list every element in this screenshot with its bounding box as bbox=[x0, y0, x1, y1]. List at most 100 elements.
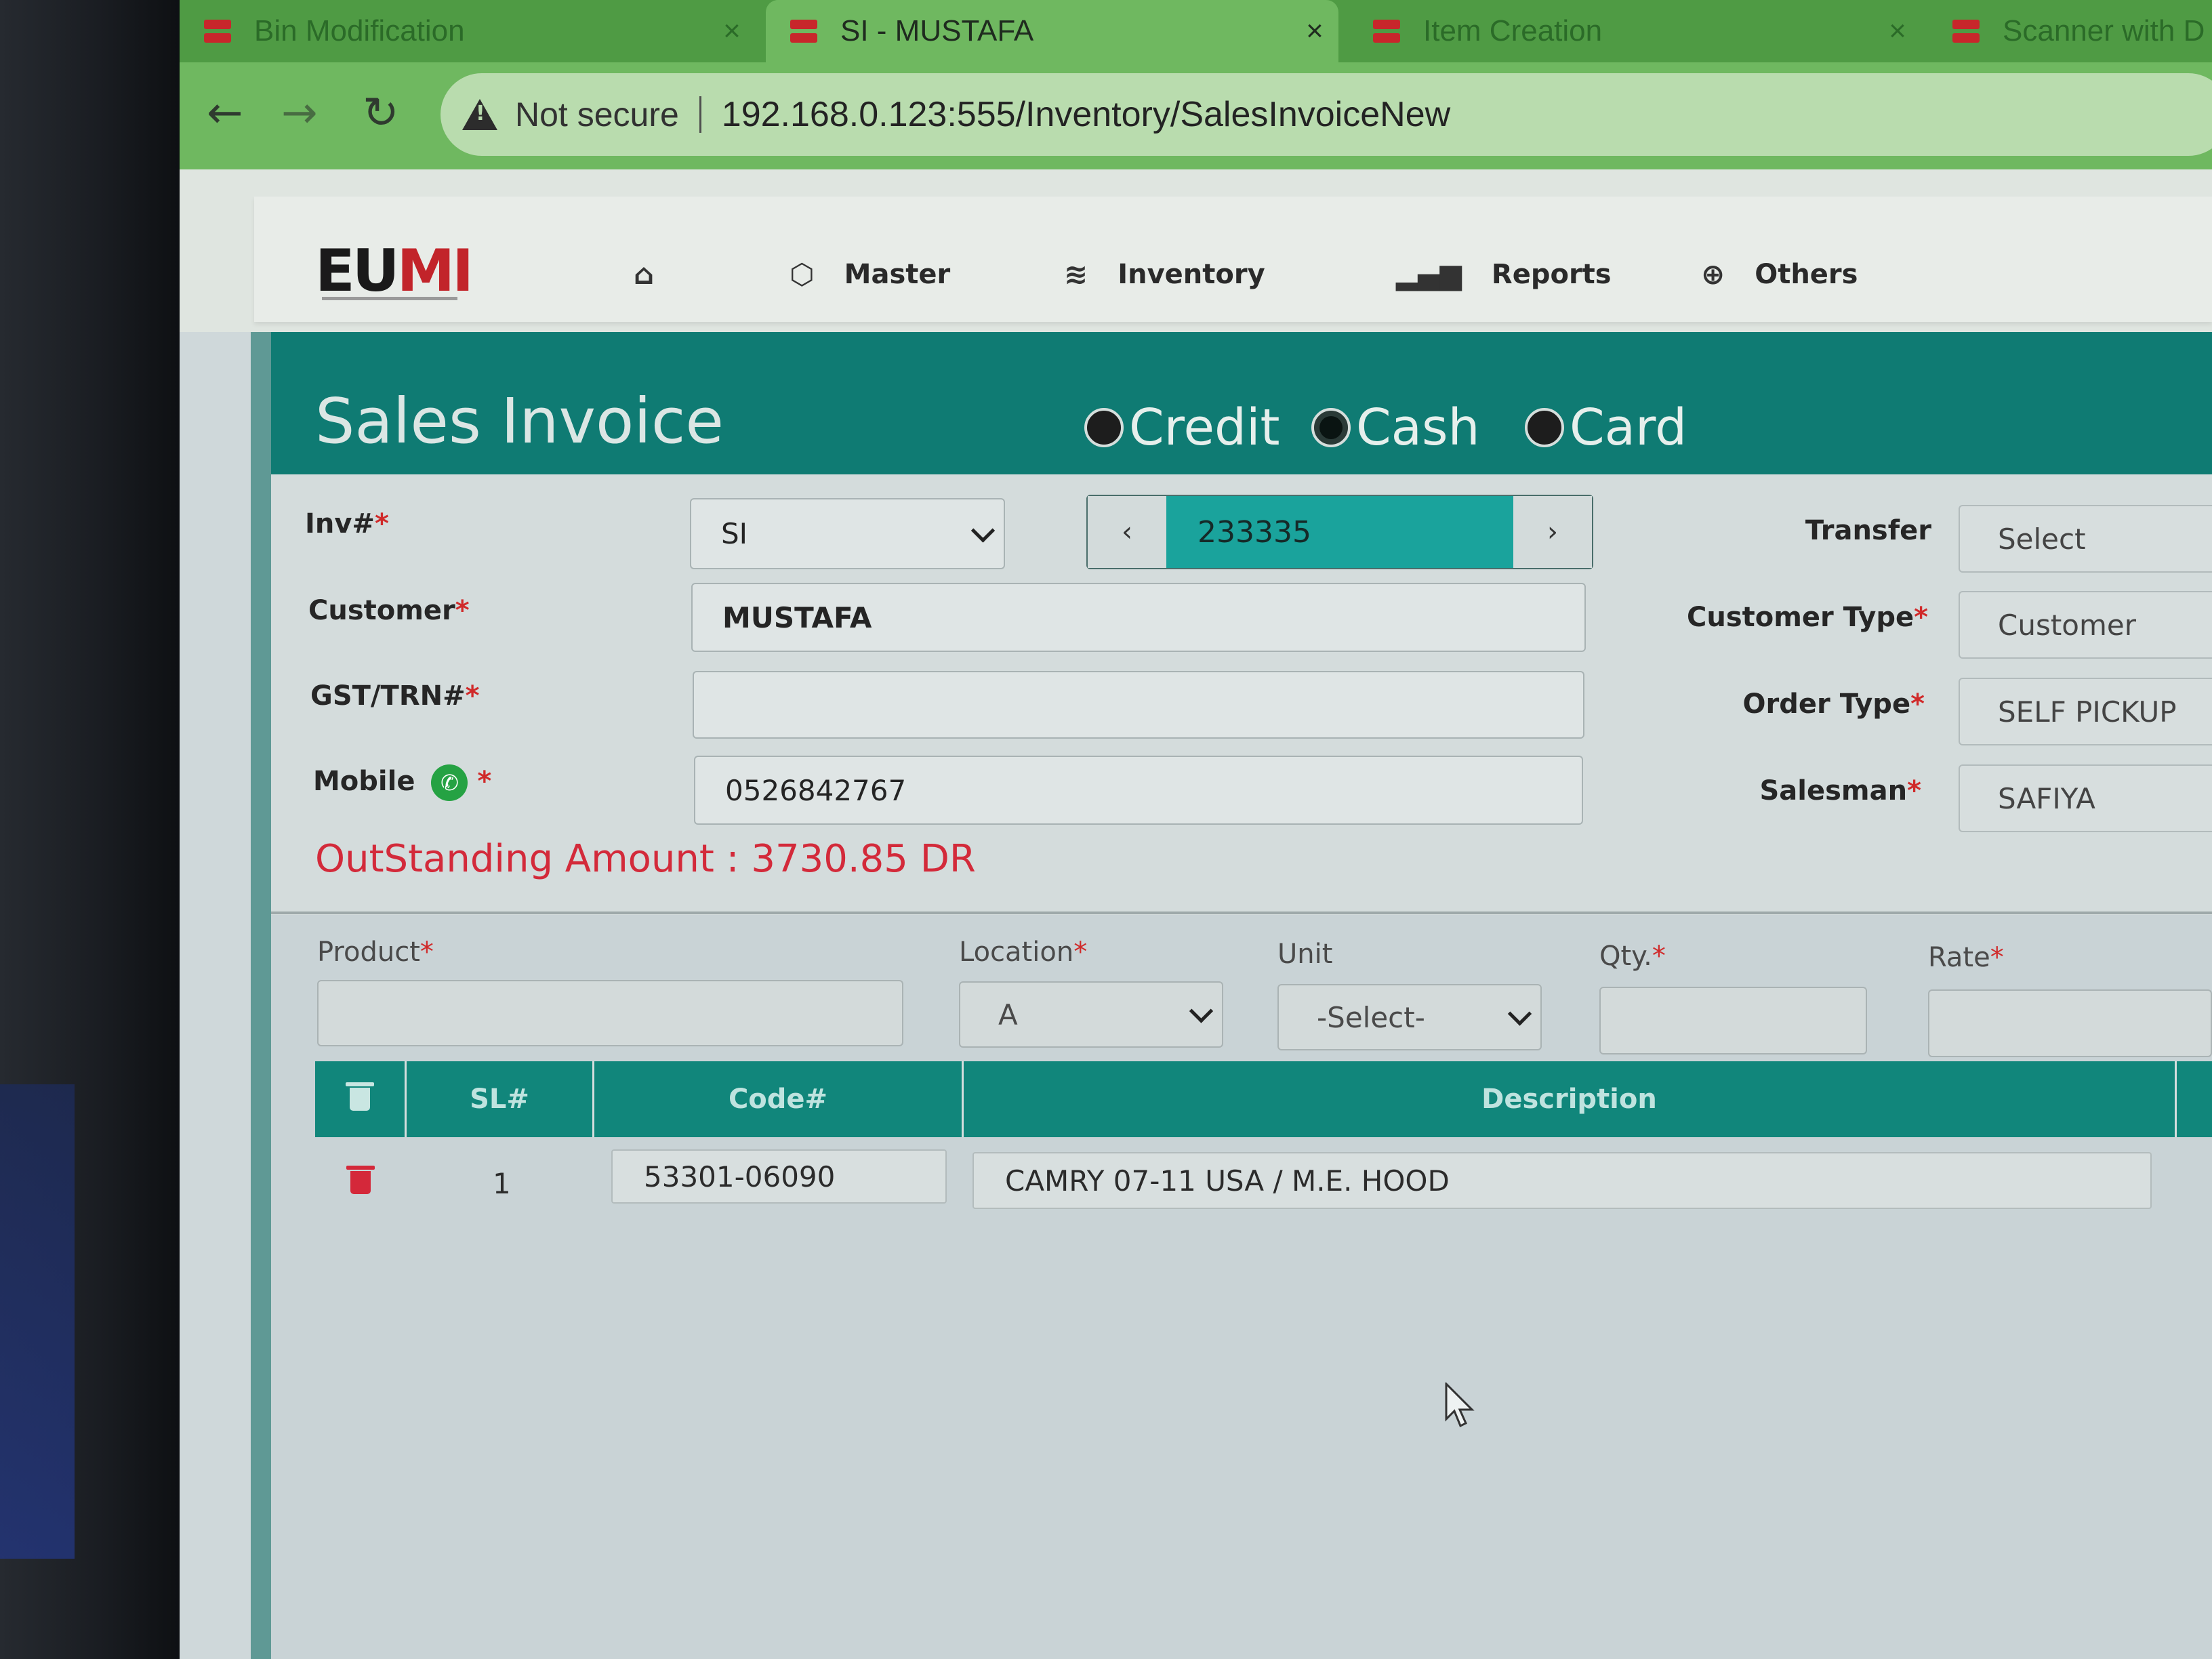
mobile-input[interactable]: 0526842767 bbox=[694, 756, 1583, 825]
sl-column-header: SL# bbox=[407, 1061, 594, 1137]
delete-column-header bbox=[315, 1061, 407, 1137]
app-header: EUMI ⌂ ⬡ Master ≋ Inventory ▂▄▆ Reports ⊕ Ot… bbox=[180, 169, 2212, 332]
product-input[interactable] bbox=[317, 980, 903, 1046]
rate-input[interactable] bbox=[1928, 989, 2212, 1057]
order-type-select[interactable]: SELF PICKUP bbox=[1959, 678, 2212, 745]
gst-label: GST/TRN#* bbox=[310, 680, 480, 712]
page-title: Sales Invoice bbox=[315, 385, 724, 457]
inv-prefix-select[interactable]: SI bbox=[690, 498, 1005, 569]
tab-title: SI - MUSTAFA bbox=[840, 14, 1034, 47]
tab-bin-modification[interactable]: Bin Modification × bbox=[180, 0, 756, 62]
customer-type-label: Customer Type* bbox=[1687, 602, 1928, 633]
chevron-down-icon bbox=[1189, 999, 1214, 1023]
radio-cash[interactable]: Cash bbox=[1311, 398, 1479, 457]
close-icon[interactable]: × bbox=[1291, 14, 1338, 48]
tab-scanner[interactable]: Scanner with D bbox=[1928, 0, 2212, 62]
app-favicon-icon bbox=[204, 17, 231, 45]
cube-icon: ⬡ bbox=[790, 258, 815, 291]
sales-invoice-panel: Sales Invoice Credit Cash Card Inv#* Cus… bbox=[271, 332, 2212, 1659]
radio-credit[interactable]: Credit bbox=[1084, 398, 1280, 457]
layers-icon: ≋ bbox=[1064, 258, 1088, 291]
app-favicon-icon bbox=[1373, 17, 1400, 45]
trash-icon bbox=[346, 1082, 374, 1111]
url-text[interactable]: 192.168.0.123:555/Inventory/SalesInvoice… bbox=[722, 94, 1450, 135]
screen: Bin Modification × SI - MUSTAFA × Item C… bbox=[180, 0, 2212, 1659]
salesman-label: Salesman* bbox=[1759, 775, 1921, 806]
location-label: Location* bbox=[959, 937, 1088, 968]
app-favicon-icon bbox=[790, 17, 817, 45]
radio-card[interactable]: Card bbox=[1525, 398, 1687, 457]
content-area: Sales Invoice Credit Cash Card Inv#* Cus… bbox=[251, 332, 2212, 1659]
forward-arrow-icon[interactable]: → bbox=[281, 88, 318, 138]
nav-bar: EUMI ⌂ ⬡ Master ≋ Inventory ▂▄▆ Reports ⊕ Ot… bbox=[254, 197, 2212, 322]
next-column-header bbox=[2177, 1061, 2212, 1137]
unit-select[interactable]: -Select- bbox=[1277, 984, 1542, 1050]
chevron-right-icon[interactable]: › bbox=[1513, 496, 1592, 568]
mobile-label: Mobile ✆ * bbox=[313, 764, 491, 801]
inv-label: Inv#* bbox=[305, 508, 389, 539]
close-icon[interactable]: × bbox=[708, 14, 756, 48]
invoice-form: Inv#* Customer* GST/TRN#* Mobile ✆ * SI ‹… bbox=[271, 474, 2212, 915]
items-table-header: SL# Code# Description bbox=[315, 1061, 2212, 1137]
logo-tagline bbox=[322, 297, 457, 300]
unit-label: Unit bbox=[1277, 939, 1333, 970]
row-code-input[interactable]: 53301-06090 bbox=[611, 1149, 947, 1204]
nav-home[interactable]: ⌂ bbox=[634, 258, 684, 291]
qty-label: Qty.* bbox=[1599, 941, 1666, 972]
monitor-reflection bbox=[0, 1084, 75, 1559]
radio-circle[interactable] bbox=[1084, 408, 1124, 447]
transfer-label: Transfer bbox=[1805, 515, 1931, 546]
close-icon[interactable]: × bbox=[1874, 14, 1921, 48]
tab-item-creation[interactable]: Item Creation × bbox=[1349, 0, 1921, 62]
globe-icon: ⊕ bbox=[1701, 258, 1725, 291]
rate-label: Rate* bbox=[1928, 942, 2004, 973]
chevron-left-icon[interactable]: ‹ bbox=[1088, 496, 1166, 568]
tab-title: Item Creation bbox=[1423, 14, 1603, 47]
gst-input[interactable] bbox=[693, 671, 1584, 739]
tab-bar: Bin Modification × SI - MUSTAFA × Item C… bbox=[180, 0, 2212, 62]
chevron-down-icon bbox=[970, 518, 996, 543]
back-arrow-icon[interactable]: ← bbox=[207, 88, 243, 138]
order-type-label: Order Type* bbox=[1742, 689, 1925, 720]
tab-title: Scanner with D bbox=[2003, 14, 2205, 47]
divider bbox=[271, 912, 2212, 914]
tab-title: Bin Modification bbox=[254, 14, 465, 47]
code-column-header: Code# bbox=[594, 1061, 964, 1137]
whatsapp-icon[interactable]: ✆ bbox=[431, 764, 468, 801]
home-icon: ⌂ bbox=[634, 258, 655, 291]
security-label[interactable]: Not secure bbox=[515, 95, 679, 134]
omnibox[interactable]: Not secure 192.168.0.123:555/Inventory/S… bbox=[441, 73, 2212, 156]
mouse-cursor-icon bbox=[1445, 1382, 1475, 1428]
row-description-input[interactable]: CAMRY 07-11 USA / M.E. HOOD bbox=[972, 1152, 2152, 1209]
warning-icon bbox=[462, 99, 497, 130]
customer-type-select[interactable]: Customer bbox=[1959, 591, 2212, 659]
outstanding-amount: OutStanding Amount : 3730.85 DR bbox=[315, 837, 976, 881]
company-logo[interactable]: EUMI bbox=[315, 237, 474, 305]
nav-master[interactable]: ⬡ Master bbox=[790, 258, 950, 291]
delete-row-trash-icon[interactable] bbox=[346, 1166, 375, 1194]
row-sl: 1 bbox=[493, 1167, 511, 1200]
nav-reports[interactable]: ▂▄▆ Reports bbox=[1396, 258, 1612, 291]
salesman-select[interactable]: SAFIYA bbox=[1959, 764, 2212, 832]
panel-header: Sales Invoice Credit Cash Card bbox=[271, 332, 2212, 474]
qty-input[interactable] bbox=[1599, 987, 1867, 1054]
customer-label: Customer* bbox=[308, 595, 470, 626]
divider bbox=[699, 96, 701, 133]
location-select[interactable]: A bbox=[959, 981, 1223, 1048]
transfer-select[interactable]: Select bbox=[1959, 505, 2212, 573]
radio-circle[interactable] bbox=[1525, 408, 1564, 447]
product-label: Product* bbox=[317, 937, 434, 968]
nav-others[interactable]: ⊕ Others bbox=[1701, 258, 1858, 291]
customer-input[interactable]: MUSTAFA bbox=[691, 583, 1586, 652]
table-row: 1 53301-06090 CAMRY 07-11 USA / M.E. HOO… bbox=[315, 1137, 2212, 1225]
inv-number-stepper[interactable]: ‹ 233335 › bbox=[1086, 495, 1593, 569]
radio-circle-selected[interactable] bbox=[1311, 408, 1351, 447]
tab-si-mustafa[interactable]: SI - MUSTAFA × bbox=[766, 0, 1338, 62]
bar-chart-icon: ▂▄▆ bbox=[1396, 258, 1462, 291]
inv-number-input[interactable]: 233335 bbox=[1166, 496, 1513, 568]
reload-icon[interactable]: ↻ bbox=[363, 88, 399, 138]
app-favicon-icon bbox=[1952, 17, 1980, 45]
chevron-down-icon bbox=[1507, 1002, 1532, 1026]
description-column-header: Description bbox=[964, 1061, 2177, 1137]
nav-inventory[interactable]: ≋ Inventory bbox=[1064, 258, 1265, 291]
